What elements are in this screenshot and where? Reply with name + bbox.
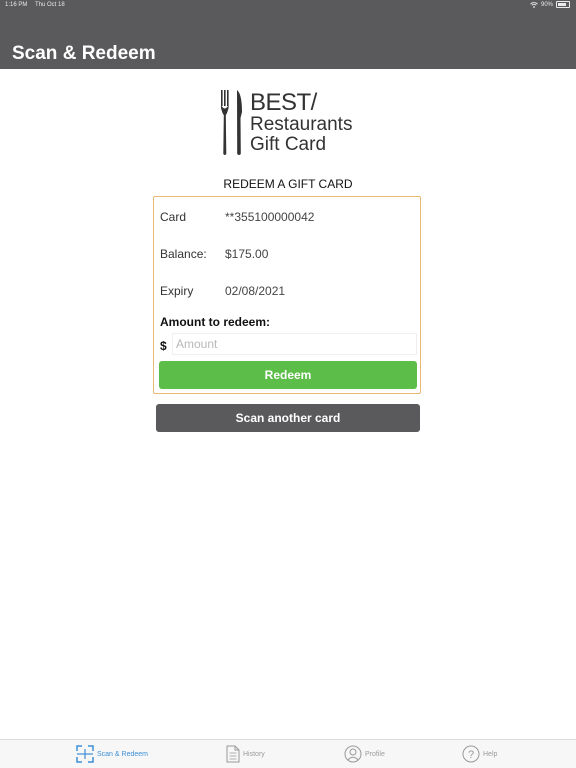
scan-icon [76, 745, 94, 763]
logo-line-gift-card: Gift Card [250, 134, 327, 155]
tab-help[interactable]: ? Help [462, 744, 497, 764]
tab-label-help: Help [483, 750, 498, 758]
document-icon [226, 745, 240, 763]
help-icon: ? [462, 745, 480, 763]
scan-another-card-button[interactable]: Scan another card [156, 404, 420, 432]
status-indicators: 90% [530, 1, 570, 8]
logo-line-restaurants: Restaurants [250, 114, 353, 135]
status-date: Thu Oct 18 [35, 2, 65, 8]
page-title: Scan & Redeem [12, 43, 156, 64]
currency-symbol: $ [160, 339, 167, 353]
section-title: REDEEM A GIFT CARD [223, 177, 353, 191]
header-bar: 1:16 PM Thu Oct 18 90% Scan & Redeem [0, 0, 576, 69]
amount-input[interactable] [172, 333, 417, 355]
gift-card-panel: Card **355100000042 Balance: $175.00 Exp… [153, 196, 421, 394]
status-time: 1:16 PM [5, 2, 28, 8]
tab-label-profile: Profile [365, 750, 385, 758]
redeem-button[interactable]: Redeem [159, 361, 417, 389]
expiry-value: 02/08/2021 [225, 284, 286, 298]
balance-label: Balance: [160, 247, 207, 261]
tab-profile[interactable]: Profile [344, 744, 385, 764]
profile-icon [344, 745, 362, 763]
amount-label: Amount to redeem: [160, 315, 271, 329]
expiry-label: Expiry [160, 284, 194, 298]
battery-icon [556, 1, 570, 8]
tab-label-history: History [243, 750, 265, 758]
tab-history[interactable]: History [226, 744, 265, 764]
logo-text: BEST/ Restaurants Gift Card [250, 91, 352, 155]
status-bar: 1:16 PM Thu Oct 18 90% [0, 0, 576, 12]
logo-line-best: BEST/ [250, 89, 317, 116]
card-label: Card [160, 210, 187, 224]
fork-knife-icon [221, 90, 242, 155]
brand-logo: BEST/ Restaurants Gift Card [220, 88, 360, 158]
wifi-icon [530, 1, 538, 8]
battery-percent: 90% [540, 1, 553, 8]
card-number: **355100000042 [225, 210, 315, 224]
tab-scan-redeem[interactable]: Scan & Redeem [76, 744, 148, 764]
tab-bar: Scan & Redeem History Profile ? Help [0, 739, 576, 768]
balance-value: $175.00 [225, 247, 269, 261]
svg-text:?: ? [468, 749, 474, 761]
tab-label-scan-redeem: Scan & Redeem [97, 750, 148, 758]
